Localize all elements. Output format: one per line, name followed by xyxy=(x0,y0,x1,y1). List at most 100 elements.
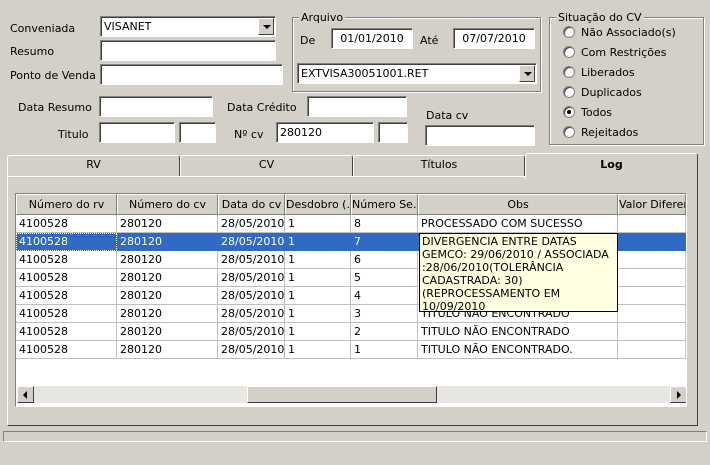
cell-numero-cv[interactable]: 280120 xyxy=(117,251,218,269)
titulo-input[interactable] xyxy=(99,122,175,143)
cell-valor-diferenca[interactable] xyxy=(618,269,686,287)
cell-desdobro[interactable]: 1 xyxy=(285,323,351,341)
cell-desdobro[interactable]: 1 xyxy=(285,215,351,233)
radio-label: Todos xyxy=(581,106,613,119)
cell-data-cv[interactable]: 28/05/2010 xyxy=(218,269,285,287)
radio-selected-icon xyxy=(563,106,575,118)
cell-data-cv[interactable]: 28/05/2010 xyxy=(218,287,285,305)
cell-valor-diferenca[interactable] xyxy=(618,233,686,251)
table-row[interactable]: 4100528 280120 28/05/2010 1 2 TITULO NÃO ENCO… xyxy=(16,323,686,341)
cell-desdobro[interactable]: 1 xyxy=(285,251,351,269)
cell-numero-cv[interactable]: 280120 xyxy=(117,233,218,251)
cell-data-cv[interactable]: 28/05/2010 xyxy=(218,233,285,251)
cell-numero-sequencia[interactable]: 7 xyxy=(351,233,418,251)
cell-numero-rv[interactable]: 4100528 xyxy=(16,215,117,233)
resumo-input[interactable] xyxy=(100,40,276,61)
cell-valor-diferenca[interactable] xyxy=(618,215,686,233)
scroll-thumb[interactable] xyxy=(247,386,437,403)
de-label: De xyxy=(300,34,316,47)
tab-rv[interactable]: RV xyxy=(7,155,180,177)
col-header-numero-sequencia[interactable]: Número Se... xyxy=(351,194,418,215)
col-header-numero-cv[interactable]: Número do cv xyxy=(117,194,218,215)
cell-numero-sequencia[interactable]: 8 xyxy=(351,215,418,233)
cell-numero-sequencia[interactable]: 1 xyxy=(351,341,418,359)
data-resumo-label: Data Resumo xyxy=(18,101,92,114)
cell-data-cv[interactable]: 28/05/2010 xyxy=(218,251,285,269)
cell-desdobro[interactable]: 1 xyxy=(285,287,351,305)
cell-numero-sequencia[interactable]: 4 xyxy=(351,287,418,305)
cell-numero-rv[interactable]: 4100528 xyxy=(16,287,117,305)
arquivo-file-combo[interactable]: EXTVISA30051001.RET xyxy=(297,63,537,84)
cell-numero-cv[interactable]: 280120 xyxy=(117,215,218,233)
ate-label: Até xyxy=(420,34,439,47)
titulo-digit-input[interactable] xyxy=(179,122,216,143)
tab-log[interactable]: Log xyxy=(525,153,698,179)
cell-valor-diferenca[interactable] xyxy=(618,251,686,269)
tab-cv[interactable]: CV xyxy=(180,155,353,177)
scroll-left-icon[interactable] xyxy=(17,386,34,403)
cell-desdobro[interactable]: 1 xyxy=(285,233,351,251)
cell-obs[interactable]: PROCESSADO COM SUCESSO xyxy=(418,215,618,233)
cell-desdobro[interactable]: 1 xyxy=(285,269,351,287)
ponto-venda-label: Ponto de Venda xyxy=(10,69,96,82)
radio-circle-icon xyxy=(563,46,575,58)
cell-numero-sequencia[interactable]: 6 xyxy=(351,251,418,269)
horizontal-scrollbar[interactable] xyxy=(17,386,686,403)
data-cv-label: Data cv xyxy=(426,109,469,122)
cell-numero-rv[interactable]: 4100528 xyxy=(16,251,117,269)
col-header-obs[interactable]: Obs xyxy=(418,194,618,215)
titulo-label: Titulo xyxy=(58,128,89,141)
cell-numero-rv[interactable]: 4100528 xyxy=(16,341,117,359)
de-date-input[interactable]: 01/01/2010 xyxy=(331,28,413,49)
obs-tooltip: DIVERGENCIA ENTRE DATAS GEMCO: 29/06/201… xyxy=(419,233,618,312)
cell-desdobro[interactable]: 1 xyxy=(285,341,351,359)
chevron-down-icon[interactable] xyxy=(519,65,535,82)
cell-numero-cv[interactable]: 280120 xyxy=(117,287,218,305)
status-bar xyxy=(3,431,707,442)
cell-valor-diferenca[interactable] xyxy=(618,323,686,341)
cell-numero-cv[interactable]: 280120 xyxy=(117,341,218,359)
radio-label: Liberados xyxy=(581,66,635,79)
radio-label: Com Restrições xyxy=(581,46,667,59)
cell-data-cv[interactable]: 28/05/2010 xyxy=(218,215,285,233)
cell-numero-sequencia[interactable]: 2 xyxy=(351,323,418,341)
tab-titulos[interactable]: Títulos xyxy=(353,155,525,177)
col-header-desdobro[interactable]: Desdobro (... xyxy=(285,194,351,215)
cell-valor-diferenca[interactable] xyxy=(618,341,686,359)
cell-numero-cv[interactable]: 280120 xyxy=(117,305,218,323)
arquivo-title: Arquivo xyxy=(299,11,346,24)
cell-numero-cv[interactable]: 280120 xyxy=(117,269,218,287)
ate-date-input[interactable]: 07/07/2010 xyxy=(453,28,535,49)
ponto-venda-input[interactable] xyxy=(100,64,283,85)
cell-numero-rv[interactable]: 4100528 xyxy=(16,305,117,323)
table-row[interactable]: 4100528 280120 28/05/2010 1 1 TITULO NÃO ENCO… xyxy=(16,341,686,359)
col-header-data-cv[interactable]: Data do cv xyxy=(218,194,285,215)
table-row[interactable]: 4100528 280120 28/05/2010 1 8 PROCESSADO COM … xyxy=(16,215,686,233)
ncv-input[interactable]: 280120 xyxy=(276,122,374,143)
cell-desdobro[interactable]: 1 xyxy=(285,305,351,323)
cell-obs[interactable]: TITULO NÃO ENCONTRADO xyxy=(418,323,618,341)
cell-numero-cv[interactable]: 280120 xyxy=(117,323,218,341)
conveniada-combo[interactable]: VISANET xyxy=(100,16,276,37)
cell-data-cv[interactable]: 28/05/2010 xyxy=(218,323,285,341)
chevron-down-icon[interactable] xyxy=(258,18,274,35)
cell-numero-sequencia[interactable]: 3 xyxy=(351,305,418,323)
cell-valor-diferenca[interactable] xyxy=(618,287,686,305)
cell-numero-rv[interactable]: 4100528 xyxy=(16,323,117,341)
cell-valor-diferenca[interactable] xyxy=(618,305,686,323)
cell-obs[interactable]: TITULO NÃO ENCONTRADO. xyxy=(418,341,618,359)
data-credito-input[interactable] xyxy=(307,96,407,117)
cell-data-cv[interactable]: 28/05/2010 xyxy=(218,341,285,359)
col-header-numero-rv[interactable]: Número do rv xyxy=(16,194,117,215)
arquivo-file-value: EXTVISA30051001.RET xyxy=(301,67,429,80)
data-cv-input[interactable] xyxy=(425,125,535,146)
col-header-valor-diferenca[interactable]: Valor Diferen xyxy=(618,194,686,215)
cell-numero-rv[interactable]: 4100528 xyxy=(16,233,117,251)
radio-circle-icon xyxy=(563,66,575,78)
ncv-digit-input[interactable] xyxy=(378,122,408,143)
cell-numero-sequencia[interactable]: 5 xyxy=(351,269,418,287)
cell-data-cv[interactable]: 28/05/2010 xyxy=(218,305,285,323)
cell-numero-rv[interactable]: 4100528 xyxy=(16,269,117,287)
data-resumo-input[interactable] xyxy=(99,96,213,117)
scroll-right-icon[interactable] xyxy=(670,386,686,403)
